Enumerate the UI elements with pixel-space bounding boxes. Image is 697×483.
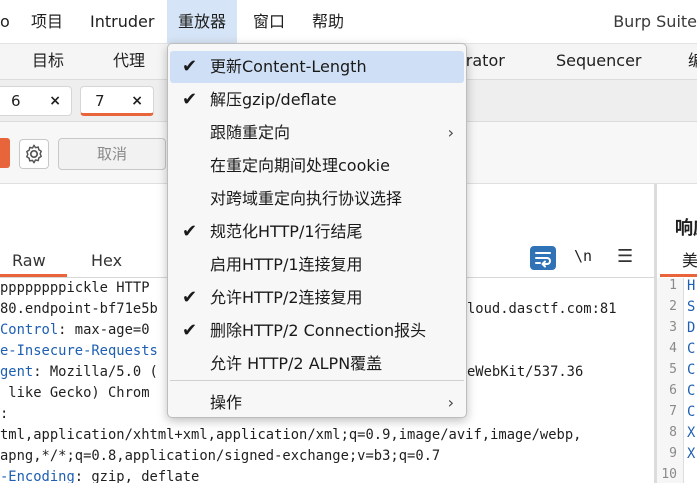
- menu-item-project[interactable]: 项目: [20, 0, 74, 44]
- menu-option[interactable]: 在重定向期间处理cookie: [170, 150, 464, 182]
- menu-option-label: 跟随重定向: [210, 123, 291, 142]
- menu-option-label: 允许 HTTP/2 ALPN覆盖: [210, 354, 383, 373]
- tab-target[interactable]: 目标: [32, 44, 64, 80]
- cancel-button[interactable]: 取消: [58, 138, 166, 170]
- wrap-toggle-button[interactable]: [530, 246, 556, 270]
- menu-item-partial[interactable]: o: [0, 0, 21, 44]
- line-number: 6: [669, 383, 677, 398]
- chevron-right-icon: ›: [447, 393, 454, 412]
- code-line: Control: max-age=0: [0, 322, 150, 338]
- response-line: C: [687, 341, 696, 357]
- response-line: X: [687, 446, 696, 462]
- wrap-icon: [535, 252, 551, 268]
- checkmark-icon: ✔: [182, 56, 198, 77]
- line-number: 4: [669, 341, 677, 356]
- menu-option[interactable]: ✔ 允许HTTP/2连接复用: [170, 282, 464, 314]
- response-line: C: [687, 383, 696, 399]
- checkmark-icon: ✔: [182, 320, 198, 341]
- line-number: 9: [669, 446, 677, 461]
- response-line: S: [687, 299, 696, 315]
- menu-option[interactable]: 操作 ›: [170, 387, 464, 419]
- tab-hex[interactable]: Hex: [91, 247, 122, 277]
- menu-option[interactable]: 对跨域重定向执行协议选择: [170, 183, 464, 215]
- code-line: ppppppppickle HTTP: [0, 280, 150, 296]
- menu-option-label: 规范化HTTP/1行结尾: [210, 222, 363, 241]
- menu-option-label: 允许HTTP/2连接复用: [210, 288, 363, 307]
- newline-toggle-button[interactable]: \n: [574, 247, 592, 265]
- menu-option-label: 删除HTTP/2 Connection报头: [210, 321, 427, 340]
- menu-option-label: 解压gzip/deflate: [210, 90, 337, 109]
- close-icon[interactable]: ×: [131, 87, 143, 115]
- code-line: gent: Mozilla/5.0 (: [0, 364, 158, 380]
- tab-partial[interactable]: 编: [688, 44, 697, 80]
- settings-button[interactable]: [19, 139, 49, 169]
- line-number: 1: [669, 278, 677, 293]
- response-title: 响应: [675, 218, 697, 239]
- gear-icon: [26, 144, 42, 164]
- code-line: -Encoding: gzip, deflate: [0, 469, 200, 483]
- line-number: 7: [669, 404, 677, 419]
- code-line: apng,*/*;q=0.8,application/signed-exchan…: [0, 448, 441, 464]
- code-line: e-Insecure-Requests: [0, 343, 158, 359]
- close-icon[interactable]: ×: [49, 87, 61, 115]
- menu-option-label: 更新Content-Length: [210, 57, 367, 76]
- line-number: 8: [669, 425, 677, 440]
- code-line: like Gecko) Chrom: [0, 385, 150, 401]
- hamburger-menu-icon[interactable]: ☰: [617, 246, 633, 267]
- line-number: 2: [669, 299, 677, 314]
- request-tab-7[interactable]: 7 ×: [80, 86, 154, 116]
- menu-item-intruder[interactable]: Intruder: [79, 0, 165, 44]
- code-line: :: [0, 406, 9, 422]
- code-line: 80.endpoint-bf71e5b: [0, 301, 158, 317]
- tab-raw[interactable]: Raw: [0, 247, 67, 277]
- line-number: 5: [669, 362, 677, 377]
- checkmark-icon: ✔: [182, 89, 198, 110]
- menu-option[interactable]: ✔ 规范化HTTP/1行结尾: [170, 216, 464, 248]
- request-tab-label: 6: [11, 92, 21, 110]
- response-panel: 响应 美 1 2 3 4 5 6 7 8 9 10 H S D C C C C …: [657, 184, 697, 483]
- checkmark-icon: ✔: [182, 287, 198, 308]
- menu-option-label: 操作: [210, 393, 243, 412]
- menu-separator: [170, 380, 464, 381]
- response-line: H: [687, 278, 696, 294]
- menu-option[interactable]: ✔ 解压gzip/deflate: [170, 84, 464, 116]
- tab-pretty[interactable]: 美: [660, 247, 697, 277]
- tab-proxy[interactable]: 代理: [113, 44, 145, 80]
- menu-bar: o 项目 Intruder 重放器 窗口 帮助 Burp Suite: [0, 0, 697, 44]
- response-line: D: [687, 320, 696, 336]
- menu-option-label: 在重定向期间处理cookie: [210, 156, 390, 175]
- menu-option[interactable]: 允许 HTTP/2 ALPN覆盖: [170, 348, 464, 380]
- code-line: tml,application/xhtml+xml,application/xm…: [0, 427, 582, 443]
- code-fragment: eWebKit/537.36: [467, 364, 584, 380]
- response-line: X: [687, 425, 696, 441]
- line-gutter: 1 2 3 4 5 6 7 8 9 10: [657, 278, 684, 483]
- repeater-dropdown-menu: ✔ 更新Content-Length ✔ 解压gzip/deflate 跟随重定向 › 在重…: [167, 43, 467, 418]
- menu-option[interactable]: 启用HTTP/1连接复用: [170, 249, 464, 281]
- request-tab-6[interactable]: 6 ×: [0, 86, 72, 116]
- response-line: C: [687, 362, 696, 378]
- app-title: Burp Suite: [613, 12, 697, 31]
- line-number: 3: [669, 320, 677, 335]
- line-number: 10: [661, 467, 677, 482]
- menu-item-window[interactable]: 窗口: [242, 0, 296, 44]
- menu-option[interactable]: ✔ 删除HTTP/2 Connection报头: [170, 315, 464, 347]
- menu-option[interactable]: 跟随重定向 ›: [170, 117, 464, 149]
- chevron-right-icon: ›: [447, 123, 454, 142]
- menu-option-label: 对跨域重定向执行协议选择: [210, 189, 403, 208]
- checkmark-icon: ✔: [182, 221, 198, 242]
- menu-item-help[interactable]: 帮助: [301, 0, 355, 44]
- response-line: C: [687, 404, 696, 420]
- send-button[interactable]: [0, 138, 10, 168]
- code-fragment: loud.dasctf.com:81: [467, 301, 617, 317]
- menu-option[interactable]: ✔ 更新Content-Length: [170, 51, 464, 83]
- tab-sequencer[interactable]: Sequencer: [556, 44, 642, 80]
- menu-option-label: 启用HTTP/1连接复用: [210, 255, 363, 274]
- request-tab-label: 7: [95, 92, 105, 110]
- menu-item-repeater[interactable]: 重放器: [167, 0, 238, 44]
